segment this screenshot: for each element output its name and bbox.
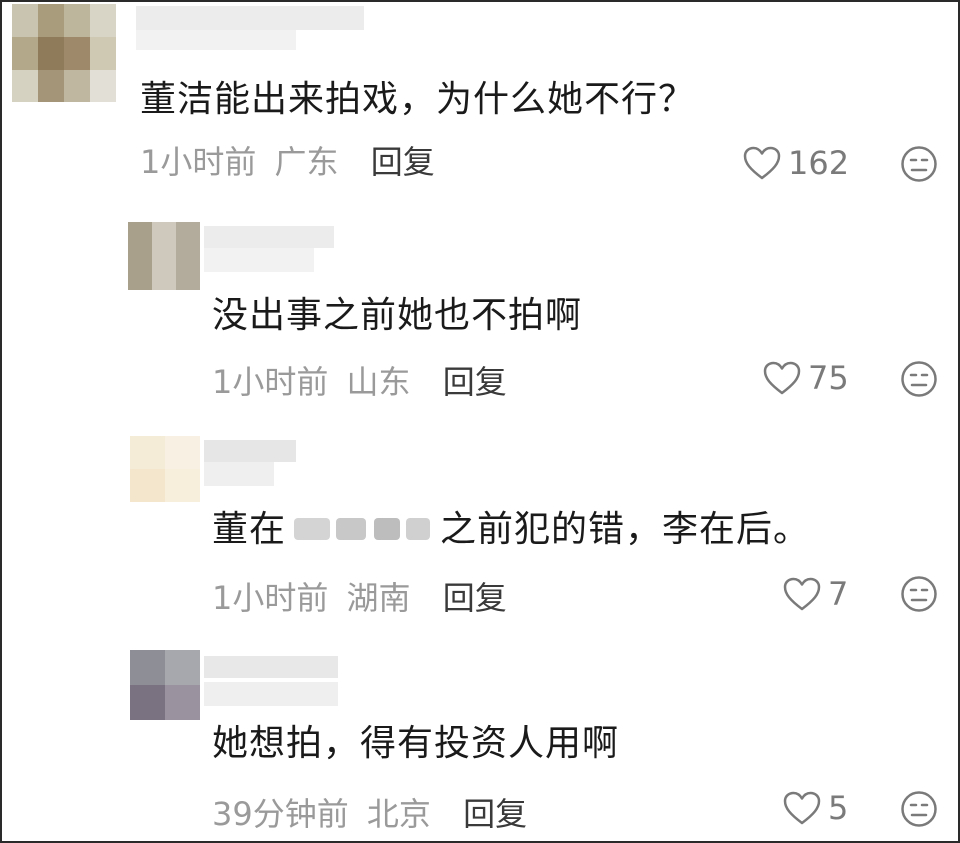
comment-meta: 1小时前 山东 回复: [212, 362, 507, 402]
reply-button[interactable]: 回复: [463, 795, 527, 833]
comment-text-before: 董在: [212, 509, 287, 550]
comment-text: 她想拍，得有投资人用啊: [212, 723, 620, 764]
username-redacted[interactable]: [204, 656, 338, 706]
comment-location: 北京: [366, 795, 431, 833]
avatar[interactable]: [130, 436, 200, 502]
username-redacted[interactable]: [204, 226, 334, 272]
avatar[interactable]: [128, 222, 200, 290]
like-button[interactable]: 75: [762, 358, 849, 398]
like-button[interactable]: 5: [782, 788, 848, 828]
comment-location: 湖南: [346, 579, 411, 617]
comment-time: 39分钟前: [212, 795, 349, 833]
avatar[interactable]: [130, 650, 200, 720]
reply-button[interactable]: 回复: [443, 363, 507, 401]
neutral-face-icon[interactable]: [900, 360, 938, 398]
comment-time: 1小时前: [212, 363, 329, 401]
neutral-face-icon[interactable]: [900, 790, 938, 828]
like-count: 75: [808, 359, 849, 397]
like-button[interactable]: 7: [782, 574, 848, 614]
heart-outline-icon: [783, 791, 821, 825]
neutral-face-icon[interactable]: [900, 575, 938, 613]
heart-outline-icon: [783, 577, 821, 611]
like-count: 5: [828, 789, 849, 827]
comment-text: 没出事之前她也不拍啊: [212, 295, 583, 336]
heart-outline-icon: [763, 361, 801, 395]
username-redacted[interactable]: [204, 440, 296, 486]
comment-text-after: 之前犯的错，李在后。: [440, 509, 811, 550]
comment-location: 山东: [346, 363, 411, 401]
reply-button[interactable]: 回复: [443, 579, 507, 617]
like-count: 7: [828, 575, 849, 613]
reply-item: 没出事之前她也不拍啊 1小时前 山东 回复 75 董在 之前犯的错，李在后。 1小…: [0, 0, 960, 843]
comment-meta: 39分钟前 北京 回复: [212, 794, 527, 834]
comment-meta: 1小时前 湖南 回复: [212, 578, 507, 618]
censored-text: [288, 512, 438, 546]
comment-time: 1小时前: [212, 579, 329, 617]
comment-text: 董在 之前犯的错，李在后。: [212, 508, 810, 552]
